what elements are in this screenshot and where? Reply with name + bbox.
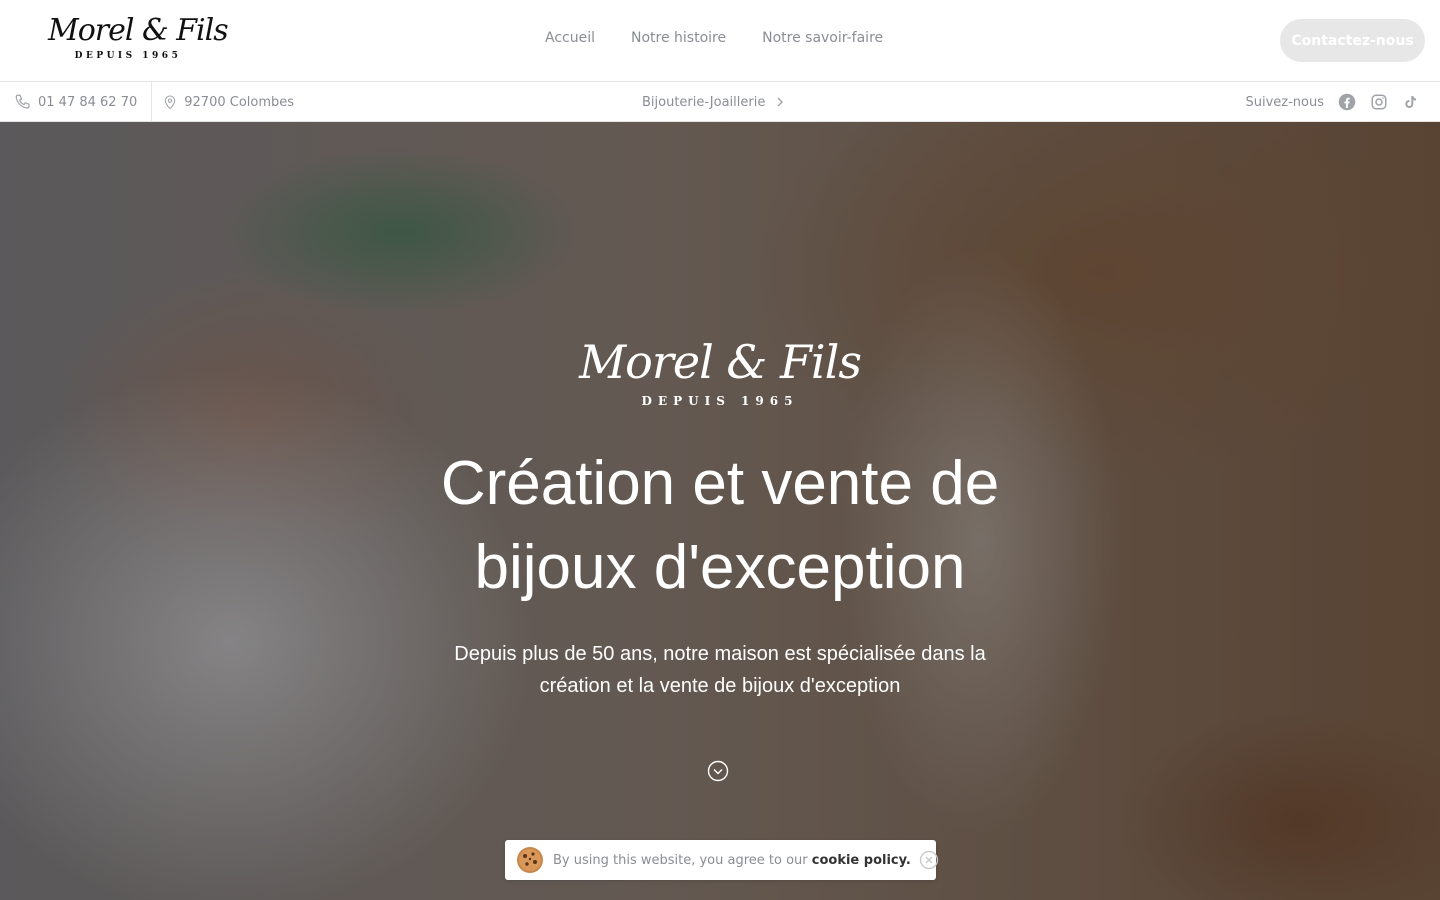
- cookie-policy-link[interactable]: cookie policy.: [812, 853, 911, 868]
- chevron-right-icon: [775, 96, 785, 108]
- social-links: Suivez-nous: [1245, 82, 1418, 122]
- map-pin-icon: [162, 93, 178, 111]
- hero-title: Création et vente de bijoux d'exception: [320, 442, 1120, 610]
- nav-notre-savoir-faire[interactable]: Notre savoir-faire: [762, 30, 883, 46]
- hero-title-line2: bijoux d'exception: [474, 533, 966, 602]
- logo-script: Morel & Fils: [48, 13, 229, 48]
- logo-since: DEPUIS 1965: [74, 51, 182, 61]
- site-header: Morel & Fils DEPUIS 1965 Accueil Notre h…: [0, 0, 1440, 82]
- info-bar: 01 47 84 62 70 92700 Colombes Bijouterie…: [0, 82, 1440, 122]
- cookie-message: By using this website, you agree to our: [553, 852, 808, 868]
- hero-title-line1: Création et vente de: [440, 449, 1000, 518]
- category-label: Bijouterie-Joaillerie: [642, 94, 766, 110]
- category-link[interactable]: Bijouterie-Joaillerie: [642, 82, 785, 122]
- location-text: 92700 Colombes: [184, 94, 295, 110]
- hero-logo: Morel & Fils DEPUIS 1965: [560, 332, 880, 408]
- cookie-icon: [515, 845, 545, 875]
- close-icon[interactable]: [919, 850, 939, 870]
- divider: [151, 82, 153, 122]
- contact-button[interactable]: Contactez-nous: [1280, 19, 1425, 62]
- tiktok-icon[interactable]: [1402, 93, 1418, 111]
- main-nav: Accueil Notre histoire Notre savoir-fair…: [545, 30, 883, 46]
- follow-label: Suivez-nous: [1245, 94, 1324, 110]
- instagram-icon[interactable]: [1370, 93, 1388, 111]
- logo[interactable]: Morel & Fils DEPUIS 1965: [48, 12, 229, 70]
- nav-accueil[interactable]: Accueil: [545, 30, 595, 46]
- cookie-text: By using this website, you agree to our …: [553, 853, 911, 868]
- nav-notre-histoire[interactable]: Notre histoire: [631, 30, 726, 46]
- facebook-icon[interactable]: [1338, 93, 1356, 111]
- hero-subtitle: Depuis plus de 50 ans, notre maison est …: [420, 638, 1020, 702]
- hero-logo-since: DEPUIS 1965: [641, 394, 799, 408]
- scroll-down-icon[interactable]: [707, 760, 729, 782]
- hero-logo-script: Morel & Fils: [579, 335, 862, 389]
- cookie-banner: By using this website, you agree to our …: [505, 840, 939, 880]
- location-link[interactable]: 92700 Colombes: [162, 93, 294, 111]
- hero-section: Morel & Fils DEPUIS 1965 Création et ven…: [0, 122, 1440, 900]
- phone-icon: [14, 93, 32, 111]
- phone-link[interactable]: 01 47 84 62 70: [14, 93, 137, 111]
- phone-number: 01 47 84 62 70: [38, 94, 138, 110]
- hero-subtitle-line2: création et la vente de bijoux d'excepti…: [539, 675, 901, 697]
- hero-subtitle-line1: Depuis plus de 50 ans, notre maison est …: [454, 643, 986, 665]
